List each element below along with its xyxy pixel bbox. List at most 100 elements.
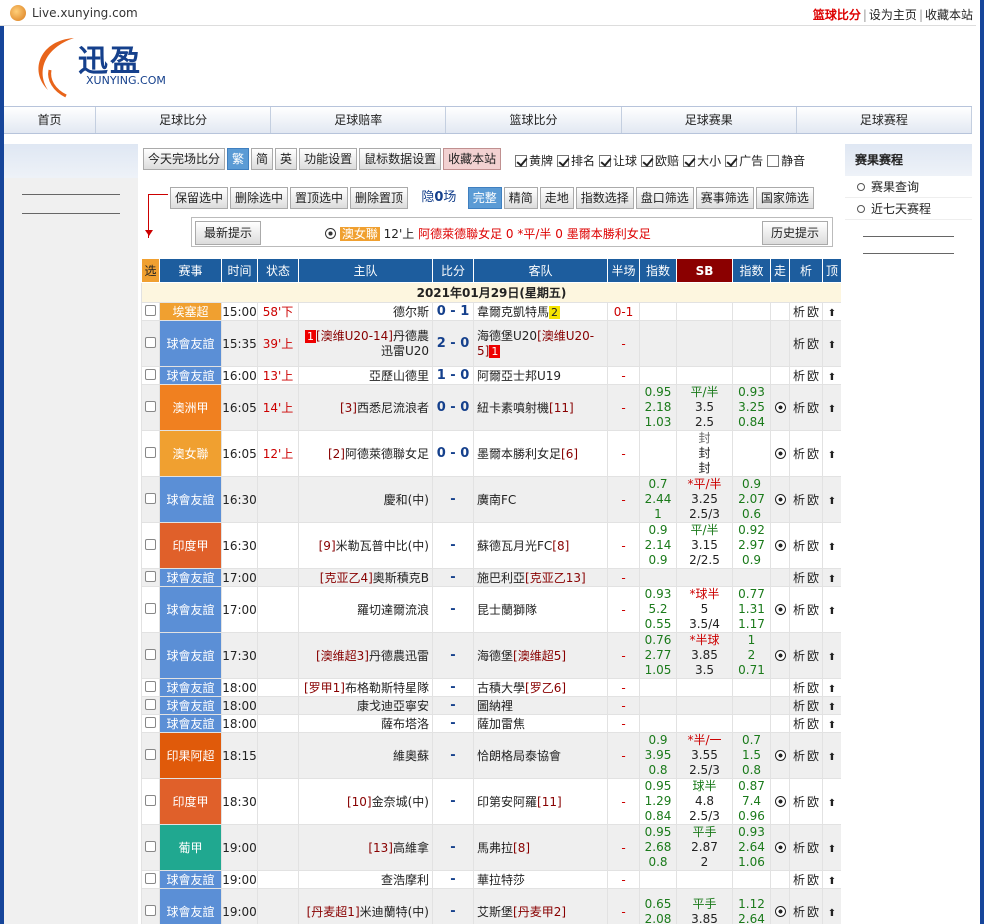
nav-item-5[interactable]: 足球赛程: [797, 107, 973, 133]
analysis-link[interactable]: 析: [793, 369, 805, 383]
table-row[interactable]: 埃塞超 15:00 58'下 德尔斯 0 - 1 韋爾克凱特馬 2 0-1 析欧 ⬆: [141, 302, 841, 321]
row-checkbox[interactable]: [145, 680, 156, 692]
row-select[interactable]: [141, 632, 160, 679]
odds-o2[interactable]: [732, 568, 771, 587]
away-team[interactable]: 恰朗格局泰協會: [473, 732, 608, 779]
home-team[interactable]: [克亚乙4]奧斯積克B: [298, 568, 433, 587]
odds-o1[interactable]: [639, 320, 677, 367]
league-cell[interactable]: 葡甲: [159, 824, 222, 871]
row-select[interactable]: [141, 870, 160, 889]
pin-cell[interactable]: ⬆: [822, 632, 841, 679]
checkbox-icon[interactable]: [599, 155, 612, 167]
league-cell[interactable]: 球會友誼: [159, 888, 222, 924]
home-team[interactable]: [10]金奈城(中): [298, 778, 433, 825]
row-checkbox[interactable]: [145, 794, 156, 806]
row-checkbox[interactable]: [145, 446, 156, 458]
analysis-cell[interactable]: 析欧: [789, 778, 823, 825]
analysis-link[interactable]: 析: [793, 749, 805, 763]
pin-cell[interactable]: ⬆: [822, 568, 841, 587]
home-team[interactable]: 慶和(中): [298, 476, 433, 523]
odds-o2[interactable]: [732, 366, 771, 385]
analysis-link[interactable]: 析: [793, 571, 805, 585]
pin-cell[interactable]: ⬆: [822, 430, 841, 477]
pin-top-icon[interactable]: ⬆: [828, 876, 836, 887]
live-ball-icon[interactable]: [774, 841, 786, 853]
analysis-link[interactable]: 析: [793, 447, 805, 461]
odds-o2[interactable]: 0.92 2.97 0.9: [732, 522, 771, 569]
pin-cell[interactable]: ⬆: [822, 696, 841, 715]
odds-sb[interactable]: [676, 366, 733, 385]
live-cell[interactable]: [770, 476, 790, 523]
odds-o2[interactable]: [732, 302, 771, 321]
live-cell[interactable]: [770, 888, 790, 924]
pin-cell[interactable]: ⬆: [822, 522, 841, 569]
europe-odds-link[interactable]: 欧: [807, 369, 819, 383]
away-team[interactable]: 紐卡素噴射機[11]: [473, 384, 608, 431]
option-4[interactable]: 大小: [683, 154, 721, 168]
odds-o2[interactable]: 0.7 1.5 0.8: [732, 732, 771, 779]
live-ball-icon[interactable]: [774, 795, 786, 807]
score-cell[interactable]: -: [432, 696, 474, 715]
live-ball-icon[interactable]: [774, 905, 786, 917]
score-cell[interactable]: -: [432, 824, 474, 871]
pin-cell[interactable]: ⬆: [822, 888, 841, 924]
league-cell[interactable]: 球會友誼: [159, 320, 222, 367]
europe-odds-link[interactable]: 欧: [807, 717, 819, 731]
pin-top-icon[interactable]: ⬆: [828, 684, 836, 695]
odds-o2[interactable]: 0.93 3.25 0.84: [732, 384, 771, 431]
analysis-link[interactable]: 析: [793, 305, 805, 319]
option-6[interactable]: 静音: [767, 154, 805, 168]
away-team[interactable]: 韋爾克凱特馬 2: [473, 302, 608, 321]
analysis-cell[interactable]: 析欧: [789, 732, 823, 779]
nav-item-2[interactable]: 足球赔率: [271, 107, 447, 133]
live-cell[interactable]: [770, 320, 790, 367]
pin-cell[interactable]: ⬆: [822, 714, 841, 733]
selection-button-2[interactable]: 置顶选中: [290, 187, 349, 209]
away-team[interactable]: 圖納裡: [473, 696, 608, 715]
analysis-cell[interactable]: 析欧: [789, 384, 823, 431]
live-cell[interactable]: [770, 732, 790, 779]
nav-item-0[interactable]: 首页: [4, 107, 96, 133]
away-team[interactable]: 薩加雷焦: [473, 714, 608, 733]
site-logo[interactable]: 迅盈 XUNYING.COM: [26, 30, 166, 100]
analysis-link[interactable]: 析: [793, 905, 805, 919]
odds-o2[interactable]: 1.12 2.64: [732, 888, 771, 924]
row-checkbox[interactable]: [145, 648, 156, 660]
pin-top-icon[interactable]: ⬆: [828, 798, 836, 809]
analysis-cell[interactable]: 析欧: [789, 632, 823, 679]
analysis-link[interactable]: 析: [793, 493, 805, 507]
odds-sb[interactable]: [676, 302, 733, 321]
odds-sb[interactable]: [676, 870, 733, 889]
pin-cell[interactable]: ⬆: [822, 476, 841, 523]
score-cell[interactable]: -: [432, 714, 474, 733]
row-select[interactable]: [141, 696, 160, 715]
analysis-link[interactable]: 析: [793, 539, 805, 553]
score-cell[interactable]: -: [432, 632, 474, 679]
home-team[interactable]: 德尔斯: [298, 302, 433, 321]
odds-sb[interactable]: 球半 4.8 2.5/3: [676, 778, 733, 825]
row-select[interactable]: [141, 778, 160, 825]
pin-cell[interactable]: ⬆: [822, 824, 841, 871]
europe-odds-link[interactable]: 欧: [807, 447, 819, 461]
pin-top-icon[interactable]: ⬆: [828, 720, 836, 731]
table-row[interactable]: 球會友誼 19:00 [丹麦超1]米迪蘭特(中) - 艾斯堡[丹麦甲2] -0.65 2.0…: [141, 888, 841, 924]
score-cell[interactable]: -: [432, 888, 474, 924]
table-row[interactable]: 球會友誼 17:00 [克亚乙4]奧斯積克B - 施巴利亞[克亚乙13] - 析欧 ⬆: [141, 568, 841, 587]
europe-odds-link[interactable]: 欧: [807, 681, 819, 695]
europe-odds-link[interactable]: 欧: [807, 305, 819, 319]
pin-top-icon[interactable]: ⬆: [828, 340, 836, 351]
live-cell[interactable]: [770, 678, 790, 697]
row-checkbox[interactable]: [145, 602, 156, 614]
pin-top-icon[interactable]: ⬆: [828, 450, 836, 461]
odds-o2[interactable]: [732, 714, 771, 733]
pin-cell[interactable]: ⬆: [822, 302, 841, 321]
pin-cell[interactable]: ⬆: [822, 366, 841, 385]
nav-item-1[interactable]: 足球比分: [96, 107, 272, 133]
row-select[interactable]: [141, 824, 160, 871]
odds-o2[interactable]: 0.87 7.4 0.96: [732, 778, 771, 825]
row-checkbox[interactable]: [145, 872, 156, 884]
filter-button-3[interactable]: 指数选择: [575, 187, 634, 209]
score-cell[interactable]: -: [432, 732, 474, 779]
filter-button-5[interactable]: 赛事筛选: [695, 187, 754, 209]
away-team[interactable]: 廣南FC: [473, 476, 608, 523]
